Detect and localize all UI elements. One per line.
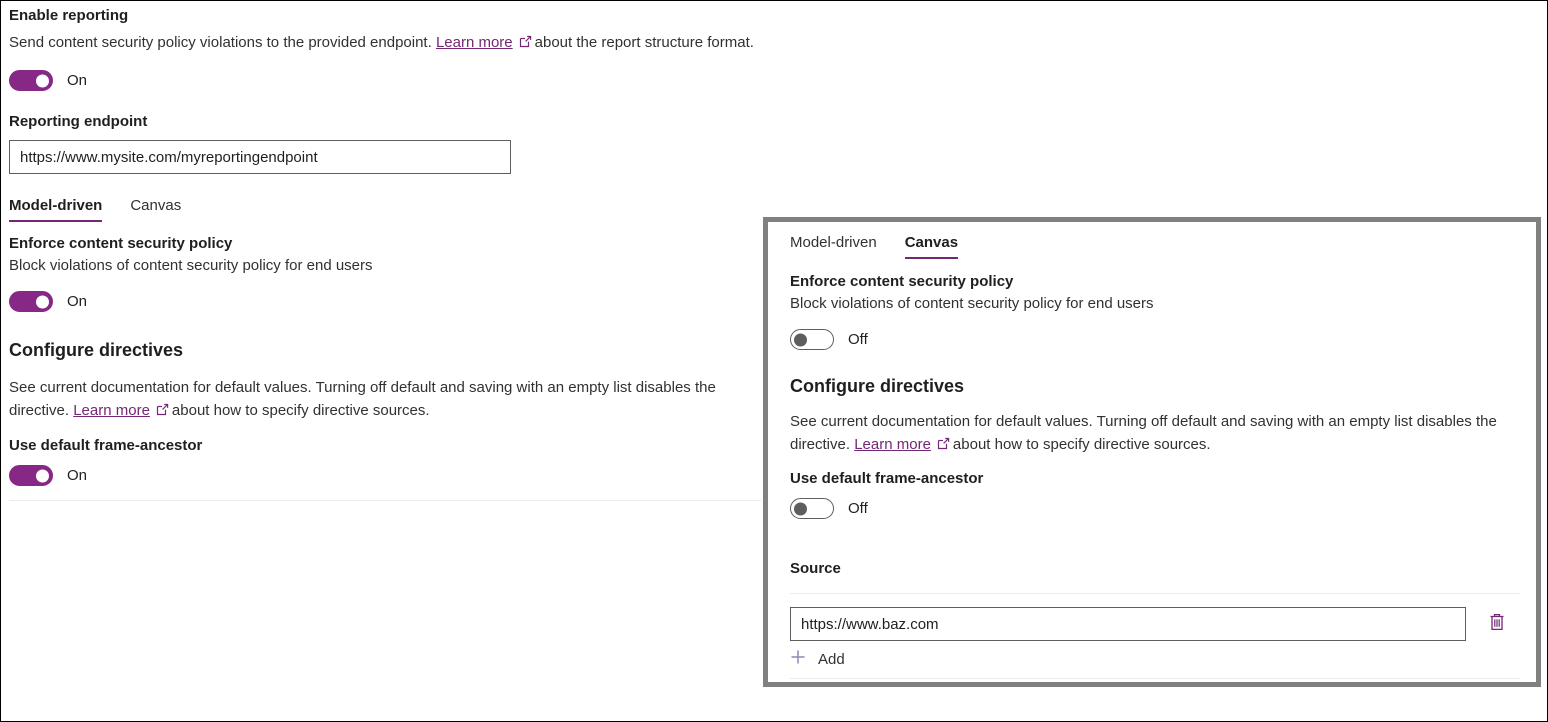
enforce-policy-description: Block violations of content security pol…	[790, 292, 1514, 315]
toggle-knob	[36, 295, 49, 308]
configure-directives-description-part2: about how to specify directive sources.	[953, 436, 1211, 453]
enforce-policy-toggle-row: Off	[790, 329, 1514, 350]
source-section: Source	[790, 559, 1514, 679]
configure-directives-section: Configure directives See current documen…	[790, 374, 1514, 457]
reporting-endpoint-section: Reporting endpoint	[9, 112, 761, 174]
enforce-policy-toggle-state: Off	[848, 331, 868, 348]
frame-ancestor-section: Use default frame-ancestor On	[9, 436, 761, 501]
enforce-policy-section: Enforce content security policy Block vi…	[9, 234, 761, 312]
enable-reporting-toggle[interactable]	[9, 70, 53, 91]
frame-ancestor-toggle-state: On	[67, 467, 87, 484]
enable-reporting-section: Enable reporting Send content security p…	[9, 6, 761, 91]
frame-ancestor-label: Use default frame-ancestor	[9, 436, 761, 456]
configure-directives-description: See current documentation for default va…	[9, 376, 759, 423]
frame-ancestor-section: Use default frame-ancestor Off	[790, 469, 1514, 519]
canvas-tab-callout-panel: Model-driven Canvas Enforce content secu…	[763, 217, 1541, 687]
configure-directives-section: Configure directives See current documen…	[9, 338, 761, 423]
reporting-endpoint-input[interactable]	[9, 140, 511, 174]
tab-model-driven[interactable]: Model-driven	[9, 197, 102, 222]
source-url-input[interactable]	[790, 607, 1466, 641]
configure-directives-heading: Configure directives	[9, 338, 761, 362]
enforce-policy-toggle-state: On	[67, 293, 87, 310]
configure-directives-description: See current documentation for default va…	[790, 410, 1535, 457]
enforce-policy-toggle[interactable]	[9, 291, 53, 312]
add-source-button[interactable]: Add	[790, 641, 1514, 670]
enable-reporting-description: Send content security policy violations …	[9, 31, 754, 55]
tab-canvas[interactable]: Canvas	[905, 234, 958, 259]
frame-ancestor-toggle[interactable]	[9, 465, 53, 486]
configure-directives-description-part2: about how to specify directive sources.	[172, 402, 430, 419]
enforce-policy-toggle-row: On	[9, 291, 761, 312]
enable-reporting-description-part2: about the report structure format.	[535, 34, 754, 51]
screenshot-root: Enable reporting Send content security p…	[0, 0, 1548, 722]
toggle-knob	[794, 502, 807, 515]
add-source-label: Add	[818, 651, 845, 668]
enable-reporting-description-part1: Send content security policy violations …	[9, 34, 432, 51]
source-heading: Source	[790, 559, 1514, 579]
toggle-knob	[794, 333, 807, 346]
toggle-knob	[36, 469, 49, 482]
reporting-endpoint-label: Reporting endpoint	[9, 112, 761, 132]
frame-ancestor-toggle-row: On	[9, 465, 761, 486]
toggle-knob	[36, 74, 49, 87]
right-tab-list: Model-driven Canvas	[790, 234, 1514, 259]
left-tab-list: Model-driven Canvas	[9, 197, 761, 222]
canvas-callout-content: Model-driven Canvas Enforce content secu…	[768, 222, 1536, 682]
enable-reporting-learn-more-link[interactable]: Learn more	[436, 34, 513, 51]
delete-source-button[interactable]	[1484, 611, 1510, 637]
enable-reporting-toggle-state: On	[67, 72, 87, 89]
source-footer-divider	[790, 678, 1520, 679]
left-pane-divider	[9, 500, 761, 501]
external-link-icon	[937, 434, 950, 457]
frame-ancestor-label: Use default frame-ancestor	[790, 469, 1514, 489]
trash-icon	[1488, 612, 1506, 637]
enable-reporting-title: Enable reporting	[9, 6, 761, 26]
external-link-icon	[156, 400, 169, 423]
enforce-policy-section: Enforce content security policy Block vi…	[790, 272, 1514, 350]
settings-left-pane: Enable reporting Send content security p…	[9, 6, 761, 501]
tab-model-driven[interactable]: Model-driven	[790, 234, 877, 259]
enforce-policy-toggle[interactable]	[790, 329, 834, 350]
enforce-policy-title: Enforce content security policy	[9, 234, 761, 254]
frame-ancestor-toggle-state: Off	[848, 500, 868, 517]
frame-ancestor-toggle[interactable]	[790, 498, 834, 519]
enforce-policy-description: Block violations of content security pol…	[9, 254, 761, 277]
source-header-divider	[790, 593, 1520, 594]
configure-directives-heading: Configure directives	[790, 374, 1514, 398]
frame-ancestor-toggle-row: Off	[790, 498, 1514, 519]
enable-reporting-toggle-row: On	[9, 70, 761, 91]
source-row	[790, 607, 1514, 641]
plus-icon	[790, 649, 806, 670]
enforce-policy-title: Enforce content security policy	[790, 272, 1514, 292]
configure-directives-learn-more-link[interactable]: Learn more	[73, 402, 150, 419]
external-link-icon	[519, 32, 532, 55]
tab-canvas[interactable]: Canvas	[130, 197, 181, 222]
configure-directives-learn-more-link[interactable]: Learn more	[854, 436, 931, 453]
